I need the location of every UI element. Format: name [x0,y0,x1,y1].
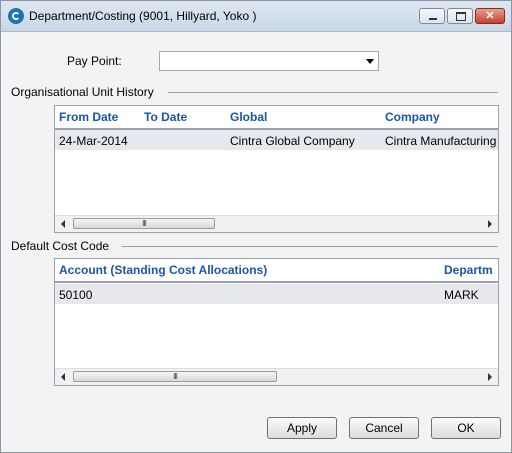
cell-company: Cintra Manufacturing [385,134,497,148]
scroll-right-icon[interactable] [488,220,492,228]
horizontal-scrollbar[interactable]: III [55,368,498,385]
cancel-button[interactable]: Cancel [349,417,419,439]
column-header-department[interactable]: Departm [444,263,493,277]
scroll-left-icon[interactable] [61,373,65,381]
org-unit-history-grid[interactable]: From Date To Date Global Company 24-Mar-… [54,105,499,233]
apply-button[interactable]: Apply [267,417,337,439]
scroll-thumb[interactable]: III [73,371,277,382]
chevron-down-icon[interactable] [366,59,374,64]
table-row[interactable]: 50100 MARK [55,284,498,304]
grid-header: From Date To Date Global Company [55,106,498,130]
cell-account: 50100 [59,288,93,302]
default-cost-code-grid[interactable]: Account (Standing Cost Allocations) Depa… [54,258,499,386]
default-cost-code-label: Default Cost Code [11,239,110,253]
grid-header: Account (Standing Cost Allocations) Depa… [55,259,498,283]
scroll-right-icon[interactable] [488,373,492,381]
column-header-company[interactable]: Company [385,110,440,124]
horizontal-scrollbar[interactable]: III [55,215,498,232]
scroll-thumb[interactable]: III [73,218,215,229]
section-divider [168,92,498,93]
maximize-icon [448,9,472,23]
scroll-left-icon[interactable] [61,220,65,228]
app-logo-icon [8,8,24,24]
cell-from-date: 24-Mar-2014 [59,134,128,148]
close-icon: ✕ [485,10,495,22]
maximize-button[interactable] [447,8,473,24]
ok-button[interactable]: OK [431,417,501,439]
cell-department: MARK [444,288,479,302]
close-button[interactable]: ✕ [475,8,505,24]
minimize-button[interactable] [419,8,445,24]
cell-global: Cintra Global Company [230,134,355,148]
minimize-icon [420,9,444,23]
table-row[interactable]: 24-Mar-2014 Cintra Global Company Cintra… [55,130,498,150]
window-title: Department/Costing (9001, Hillyard, Yoko… [29,9,257,23]
section-divider [122,246,498,247]
pay-point-label: Pay Point: [67,54,122,68]
column-header-to-date[interactable]: To Date [144,110,187,124]
title-bar[interactable]: Department/Costing (9001, Hillyard, Yoko… [1,1,511,32]
pay-point-select[interactable] [159,51,379,71]
column-header-account[interactable]: Account (Standing Cost Allocations) [59,263,267,277]
dialog-window: Department/Costing (9001, Hillyard, Yoko… [0,0,512,453]
column-header-global[interactable]: Global [230,110,267,124]
column-header-from-date[interactable]: From Date [59,110,118,124]
org-unit-history-label: Organisational Unit History [11,85,154,99]
